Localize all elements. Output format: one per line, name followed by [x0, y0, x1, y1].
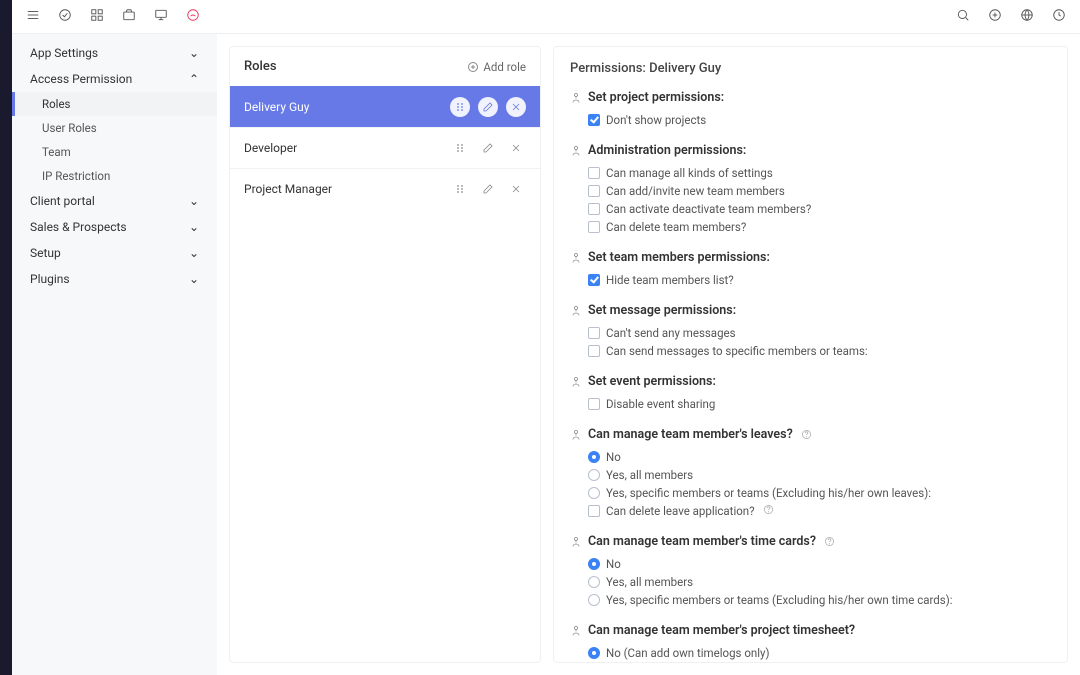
sidebar-section[interactable]: App Settings⌄ [12, 40, 217, 66]
radio-input[interactable] [588, 647, 600, 659]
permission-option[interactable]: Yes, all members [570, 466, 1051, 484]
sidebar-item[interactable]: IP Restriction [12, 164, 217, 188]
permission-option[interactable]: No (Can add own timelogs only) [570, 644, 1051, 662]
chevron-down-icon: ⌄ [189, 220, 199, 234]
permission-option[interactable]: Can send messages to specific members or… [570, 342, 1051, 360]
clock-icon[interactable] [1052, 8, 1066, 25]
role-name: Developer [244, 141, 297, 155]
radio-input[interactable] [588, 558, 600, 570]
edit-icon[interactable] [478, 179, 498, 199]
permission-option[interactable]: Can manage all kinds of settings [570, 164, 1051, 182]
permissions-panel: Permissions: Delivery Guy Set project pe… [553, 46, 1068, 663]
permission-group-title: Set project permissions: [570, 90, 1051, 105]
permission-option[interactable]: Don't show projects [570, 111, 1051, 129]
radio-input[interactable] [588, 487, 600, 499]
logo-icon[interactable] [186, 8, 200, 25]
briefcase-icon[interactable] [122, 8, 136, 25]
plus-circle-icon[interactable] [988, 8, 1002, 25]
permission-option[interactable]: No [570, 448, 1051, 466]
chevron-up-icon: ⌃ [189, 72, 199, 86]
sidebar-item[interactable]: User Roles [12, 116, 217, 140]
sidebar-section[interactable]: Plugins⌄ [12, 266, 217, 292]
permissions-title: Permissions: Delivery Guy [570, 61, 1051, 76]
checkbox-input[interactable] [588, 398, 600, 410]
settings-sidebar: App Settings⌄Access Permission⌃RolesUser… [12, 34, 217, 675]
drag-icon[interactable] [450, 138, 470, 158]
permission-option[interactable]: Can add/invite new team members [570, 182, 1051, 200]
permission-option[interactable]: Yes, specific members or teams (Excludin… [570, 591, 1051, 609]
permission-group-title: Set team members permissions: [570, 250, 1051, 265]
checkbox-input[interactable] [588, 274, 600, 286]
permission-option[interactable]: Disable event sharing [570, 395, 1051, 413]
drag-icon[interactable] [450, 97, 470, 117]
permission-option[interactable]: Yes, only own timelogs [570, 662, 1051, 663]
monitor-icon[interactable] [154, 8, 168, 25]
permission-option[interactable]: Yes, specific members or teams (Excludin… [570, 484, 1051, 502]
permission-option[interactable]: No [570, 555, 1051, 573]
checkbox-input[interactable] [588, 203, 600, 215]
role-name: Project Manager [244, 182, 332, 196]
permission-option[interactable]: Yes, all members [570, 573, 1051, 591]
grid-icon[interactable] [90, 8, 104, 25]
delete-icon[interactable] [506, 138, 526, 158]
role-row[interactable]: Developer [230, 127, 540, 168]
sidebar-item[interactable]: Roles [12, 92, 217, 116]
sidebar-section[interactable]: Setup⌄ [12, 240, 217, 266]
globe-icon[interactable] [1020, 8, 1034, 25]
delete-icon[interactable] [506, 179, 526, 199]
roles-title: Roles [244, 59, 277, 74]
radio-input[interactable] [588, 594, 600, 606]
checkbox-input[interactable] [588, 221, 600, 233]
sidebar-item[interactable]: Team [12, 140, 217, 164]
checkbox-input[interactable] [588, 167, 600, 179]
checkbox-input[interactable] [588, 345, 600, 357]
help-icon[interactable] [761, 504, 774, 518]
chevron-down-icon: ⌄ [189, 272, 199, 286]
edit-icon[interactable] [478, 138, 498, 158]
checkbox-input[interactable] [588, 114, 600, 126]
permission-group-title: Can manage team member's project timeshe… [570, 623, 1051, 638]
radio-input[interactable] [588, 469, 600, 481]
chevron-down-icon: ⌄ [189, 194, 199, 208]
permission-option[interactable]: Hide team members list? [570, 271, 1051, 289]
sidebar-section[interactable]: Access Permission⌃ [12, 66, 217, 92]
permission-group-title: Set event permissions: [570, 374, 1051, 389]
radio-input[interactable] [588, 576, 600, 588]
permission-group-title: Can manage team member's time cards? [570, 534, 1051, 549]
roles-panel: Roles Add role Delivery Guy Developer Proj… [229, 46, 541, 663]
role-row[interactable]: Project Manager [230, 168, 540, 209]
checkbox-input[interactable] [588, 505, 600, 517]
sidebar-section[interactable]: Sales & Prospects⌄ [12, 214, 217, 240]
left-rail [0, 0, 12, 675]
role-name: Delivery Guy [244, 100, 309, 114]
checkbox-input[interactable] [588, 327, 600, 339]
checkbox-input[interactable] [588, 185, 600, 197]
add-role-button[interactable]: Add role [467, 60, 526, 74]
permission-option[interactable]: Can't send any messages [570, 324, 1051, 342]
permission-option[interactable]: Can delete leave application? [570, 502, 1051, 520]
permission-group-title: Administration permissions: [570, 143, 1051, 158]
topbar [12, 0, 1080, 34]
edit-icon[interactable] [478, 97, 498, 117]
delete-icon[interactable] [506, 97, 526, 117]
permission-option[interactable]: Can activate deactivate team members? [570, 200, 1051, 218]
chevron-down-icon: ⌄ [189, 246, 199, 260]
role-row[interactable]: Delivery Guy [230, 86, 540, 127]
permission-group-title: Set message permissions: [570, 303, 1051, 318]
drag-icon[interactable] [450, 179, 470, 199]
hamburger-icon[interactable] [26, 8, 40, 25]
chevron-down-icon: ⌄ [189, 46, 199, 60]
permission-option[interactable]: Can delete team members? [570, 218, 1051, 236]
radio-input[interactable] [588, 451, 600, 463]
search-icon[interactable] [956, 8, 970, 25]
permission-group-title: Can manage team member's leaves? [570, 427, 1051, 442]
check-circle-icon[interactable] [58, 8, 72, 25]
sidebar-section[interactable]: Client portal⌄ [12, 188, 217, 214]
